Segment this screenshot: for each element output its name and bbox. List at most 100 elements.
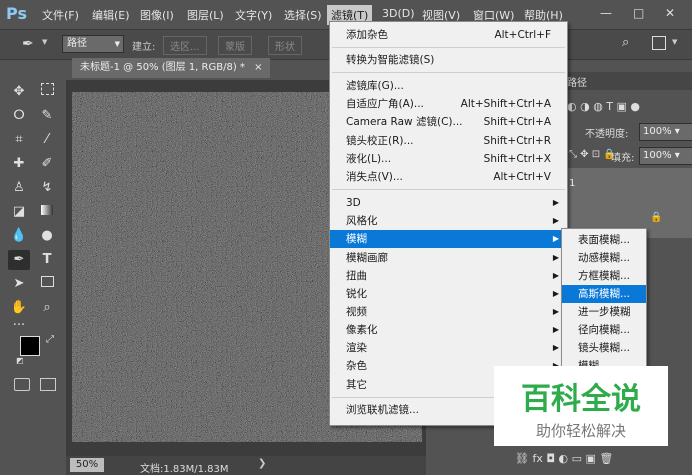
menu-item-adaptive-wide-angle[interactable]: 自适应广角(A)... Alt+Shift+Ctrl+A [330, 95, 567, 113]
path-select-icon[interactable]: ➤ [8, 274, 30, 294]
menu-item-add-noise[interactable]: 添加杂色 Alt+Ctrl+F [330, 26, 567, 44]
chevron-down-icon[interactable]: ▼ [42, 38, 47, 46]
screen-mode-icon[interactable] [40, 378, 56, 391]
watermark-title: 百科全说 [521, 382, 641, 417]
close-icon[interactable]: ✕ [665, 6, 675, 20]
move-tool-icon[interactable]: ✥ [8, 82, 30, 102]
mode-select[interactable]: 路径 ▼ [62, 35, 124, 53]
gradient-tool-icon[interactable] [36, 202, 58, 222]
submenu-arrow-icon: ▶ [552, 234, 559, 243]
photoshop-logo: Ps [6, 4, 27, 23]
eraser-tool-icon[interactable]: ◪ [8, 202, 30, 222]
dodge-tool-icon[interactable]: ● [36, 226, 58, 246]
submenu-arrow-icon: ▶ [552, 325, 559, 334]
menu-file[interactable]: 文件(F) [42, 7, 79, 23]
pen-tool-icon[interactable]: ✒ [8, 250, 30, 270]
document-title: 未标题-1 @ 50% (图层 1, RGB/8) * [80, 62, 245, 73]
blur-tool-icon[interactable]: 💧 [8, 226, 30, 246]
swap-colors-icon[interactable]: ⤢ [46, 334, 54, 345]
menu-item-lens-correction[interactable]: 镜头校正(R)... Shift+Ctrl+R [330, 132, 567, 150]
default-colors-icon[interactable]: ◩ [16, 356, 24, 365]
watermark-subtitle: 助你轻松解决 [535, 422, 626, 440]
layer-filter-icons[interactable]: ◐ ◑ ◍ T ▣ ● [567, 100, 640, 113]
menu-item-distort[interactable]: 扭曲 ▶ [330, 267, 567, 285]
close-tab-icon[interactable]: × [254, 62, 262, 73]
submenu-arrow-icon: ▶ [552, 289, 559, 298]
quick-mask-icon[interactable] [14, 378, 30, 391]
menu-type[interactable]: 文字(Y) [235, 7, 272, 23]
menu-select[interactable]: 选择(S) [284, 7, 322, 23]
submenu-item-blur-more[interactable]: 进一步模糊 [562, 303, 646, 321]
menu-item-filter-gallery[interactable]: 滤镜库(G)... [330, 77, 567, 95]
menu-item-blur-gallery[interactable]: 模糊画廊 ▶ [330, 249, 567, 267]
eyedropper-tool-icon[interactable]: ⁄ [36, 130, 58, 150]
mode-select-value: 路径 [67, 38, 87, 49]
clone-stamp-icon[interactable]: ♙ [8, 178, 30, 198]
minimize-icon[interactable]: — [600, 6, 612, 20]
submenu-item-box-blur[interactable]: 方框模糊... [562, 267, 646, 285]
pen-tool-preset-icon[interactable]: ✒ [22, 36, 34, 52]
menu-item-vanishing-point[interactable]: 消失点(V)... Alt+Ctrl+V [330, 168, 567, 186]
menu-item-smart-filter[interactable]: 转换为智能滤镜(S) [330, 51, 567, 69]
menu-item-stylize[interactable]: 风格化 ▶ [330, 212, 567, 230]
submenu-arrow-icon: ▶ [552, 271, 559, 280]
foreground-color-swatch[interactable] [20, 336, 40, 356]
submenu-item-gaussian-blur[interactable]: 高斯模糊... [562, 285, 646, 303]
panel-bottom-icons[interactable]: ⛓ fx ◘ ◐ ▭ ▣ 🗑 [515, 452, 613, 465]
submenu-item-motion-blur[interactable]: 动感模糊... [562, 249, 646, 267]
crop-tool-icon[interactable]: ⌗ [8, 130, 30, 150]
submenu-arrow-icon: ▶ [552, 253, 559, 262]
menu-item-blur[interactable]: 模糊 ▶ [330, 230, 567, 248]
opacity-field[interactable]: 100% ▾ [639, 123, 692, 141]
menu-item-sharpen[interactable]: 锐化 ▶ [330, 285, 567, 303]
zoom-field[interactable]: 50% [70, 458, 104, 472]
menu-divider [332, 189, 565, 190]
menu-item-liquify[interactable]: 液化(L)... Shift+Ctrl+X [330, 150, 567, 168]
menu-item-3d[interactable]: 3D ▶ [330, 194, 567, 212]
selection-button[interactable]: 选区... [163, 36, 207, 55]
status-menu-arrow-icon[interactable]: ❯ [258, 458, 266, 469]
chevron-down-icon[interactable]: ▼ [672, 38, 677, 46]
build-label: 建立: [132, 42, 156, 53]
history-brush-icon[interactable]: ↯ [36, 178, 58, 198]
submenu-arrow-icon: ▶ [552, 198, 559, 207]
menu-item-video[interactable]: 视频 ▶ [330, 303, 567, 321]
menu-image[interactable]: 图像(I) [140, 7, 174, 23]
quick-select-tool-icon[interactable]: ✎ [36, 106, 58, 126]
chevron-down-icon: ▼ [114, 40, 120, 48]
marquee-tool-icon[interactable] [36, 82, 58, 102]
zoom-tool-icon[interactable]: ⌕ [36, 298, 58, 318]
lock-icons[interactable]: ⤡ ✥ ⊡ 🔒 [569, 149, 616, 160]
healing-brush-icon[interactable]: ✚ [8, 154, 30, 174]
submenu-arrow-icon: ▶ [552, 216, 559, 225]
paths-tab[interactable]: 路径 [567, 74, 587, 89]
document-tab[interactable]: 未标题-1 @ 50% (图层 1, RGB/8) * × [72, 58, 271, 78]
lock-icon: 🔒 [650, 212, 663, 223]
submenu-item-surface-blur[interactable]: 表面模糊... [562, 231, 646, 249]
lasso-tool-icon[interactable]: ⵔ [8, 106, 30, 126]
type-tool-icon[interactable]: T [36, 250, 58, 270]
menu-layer[interactable]: 图层(L) [187, 7, 224, 23]
opacity-value: 100% [643, 126, 672, 137]
fill-field[interactable]: 100% ▾ [639, 147, 692, 165]
hand-tool-icon[interactable]: ✋ [8, 298, 30, 318]
submenu-item-radial-blur[interactable]: 径向模糊... [562, 321, 646, 339]
rectangle-tool-icon[interactable] [36, 274, 58, 294]
maximize-icon[interactable]: □ [633, 6, 644, 20]
workspace-icon[interactable] [652, 36, 666, 50]
menu-item-render[interactable]: 渲染 ▶ [330, 339, 567, 357]
search-icon[interactable]: ⌕ [622, 35, 629, 50]
menu-3d[interactable]: 3D(D) [382, 7, 415, 20]
document-info: 文档:1.83M/1.83M [140, 464, 229, 475]
status-bar [66, 456, 426, 475]
menu-item-pixelate[interactable]: 像素化 ▶ [330, 321, 567, 339]
mask-button[interactable]: 蒙版 [218, 36, 252, 55]
brush-tool-icon[interactable]: ✐ [36, 154, 58, 174]
menu-item-camera-raw[interactable]: Camera Raw 滤镜(C)... Shift+Ctrl+A [330, 113, 567, 131]
more-tools-icon[interactable]: ··· [8, 316, 30, 336]
watermark: 百科全说 助你轻松解决 [494, 366, 668, 446]
shape-button[interactable]: 形状 [268, 36, 302, 55]
blur-submenu: 表面模糊... 动感模糊... 方框模糊... 高斯模糊... 进一步模糊 径向… [561, 228, 647, 372]
menu-edit[interactable]: 编辑(E) [92, 7, 130, 23]
submenu-item-lens-blur[interactable]: 镜头模糊... [562, 339, 646, 357]
